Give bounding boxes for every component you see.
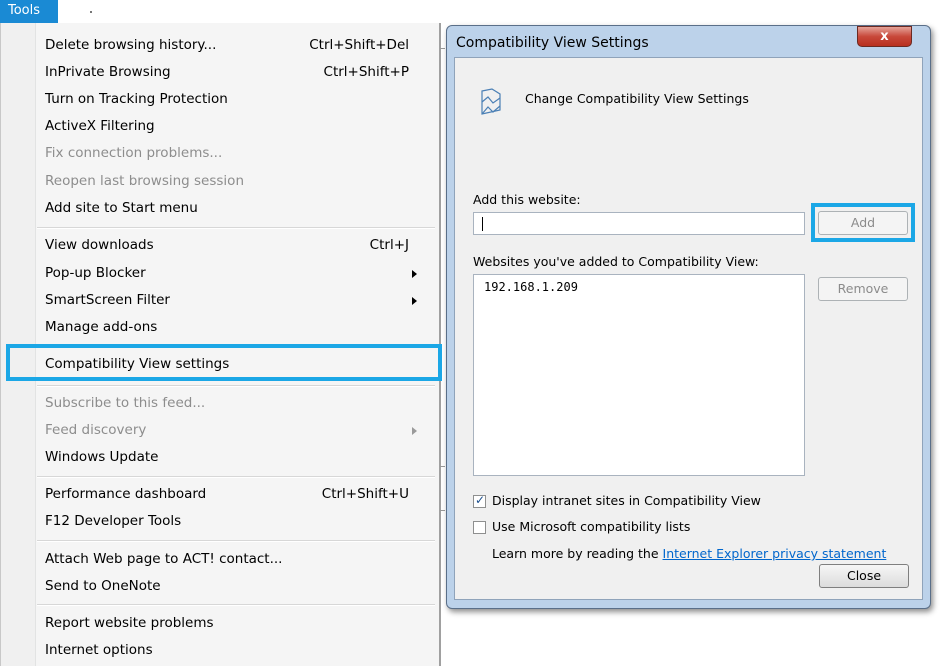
menu-item-delete-browsing-history[interactable]: Delete browsing history... Ctrl+Shift+Del (45, 33, 413, 57)
menu-item-windows-update[interactable]: Windows Update (45, 445, 413, 469)
menu-item-shortcut: Ctrl+Shift+Del (309, 37, 409, 53)
menu-item-label: Fix connection problems... (45, 145, 223, 161)
menu-item-feed-discovery: Feed discovery (45, 418, 417, 442)
submenu-arrow-icon (412, 297, 417, 305)
submenu-arrow-icon (412, 427, 417, 435)
tools-menu-tab[interactable]: Tools (0, 0, 58, 23)
menu-item-label: Turn on Tracking Protection (45, 91, 228, 107)
dialog-header-text: Change Compatibility View Settings (525, 91, 749, 106)
remove-button[interactable]: Remove (818, 277, 908, 301)
menu-item-add-site-start-menu[interactable]: Add site to Start menu (45, 196, 413, 220)
menu-item-performance-dashboard[interactable]: Performance dashboard Ctrl+Shift+U (45, 482, 413, 506)
menu-separator (37, 385, 435, 387)
menu-item-label: InPrivate Browsing (45, 64, 171, 80)
menu-item-label: Pop-up Blocker (45, 265, 146, 281)
menu-item-label: Reopen last browsing session (45, 173, 244, 189)
intranet-sites-label: Display intranet sites in Compatibility … (492, 493, 761, 508)
intranet-sites-checkbox[interactable]: ✓ (473, 493, 486, 508)
menu-item-fix-connection-problems: Fix connection problems... (45, 141, 413, 165)
menu-item-label: Attach Web page to ACT! contact... (45, 551, 283, 567)
tools-menu-label: Tools (8, 3, 41, 18)
menu-item-label: ActiveX Filtering (45, 118, 155, 134)
learn-more-prefix: Learn more by reading the (492, 546, 663, 561)
list-item[interactable]: 192.168.1.209 (484, 280, 578, 294)
submenu-arrow-icon (412, 270, 417, 278)
menu-separator (37, 476, 435, 478)
menu-item-label: F12 Developer Tools (45, 513, 182, 529)
menu-separator (37, 227, 435, 229)
menu-separator (37, 540, 435, 542)
menu-item-send-to-onenote[interactable]: Send to OneNote (45, 574, 413, 598)
microsoft-lists-label: Use Microsoft compatibility lists (492, 519, 691, 534)
menu-item-shortcut: Ctrl+Shift+P (323, 64, 409, 80)
menu-item-label: Feed discovery (45, 422, 147, 438)
menu-item-label: Windows Update (45, 449, 159, 465)
add-website-label: Add this website: (473, 192, 581, 207)
menubar-dot (90, 11, 92, 13)
menu-item-f12-developer-tools[interactable]: F12 Developer Tools (45, 509, 413, 533)
menu-item-manage-addons[interactable]: Manage add-ons (45, 315, 413, 339)
menu-item-label: Internet options (45, 642, 153, 658)
learn-more-text: Learn more by reading the Internet Explo… (492, 546, 886, 561)
menu-item-label: View downloads (45, 237, 154, 253)
websites-list[interactable]: 192.168.1.209 (473, 274, 805, 476)
highlight-box-compatibility-view (6, 344, 442, 381)
menu-item-tracking-protection[interactable]: Turn on Tracking Protection (45, 87, 413, 111)
checkmark-icon: ✓ (475, 493, 486, 507)
menu-item-reopen-last-session: Reopen last browsing session (45, 169, 413, 193)
websites-list-label: Websites you've added to Compatibility V… (473, 254, 759, 269)
text-caret (482, 217, 483, 231)
menu-item-label: Send to OneNote (45, 578, 161, 594)
menu-item-shortcut: Ctrl+J (369, 237, 409, 253)
close-button[interactable]: Close (819, 564, 909, 588)
menu-separator (37, 604, 435, 606)
menu-item-subscribe-feed: Subscribe to this feed... (45, 391, 413, 415)
menu-item-label: SmartScreen Filter (45, 292, 170, 308)
menu-item-popup-blocker[interactable]: Pop-up Blocker (45, 261, 417, 285)
menu-item-report-website-problems[interactable]: Report website problems (45, 611, 413, 635)
dialog-title: Compatibility View Settings (456, 35, 649, 51)
menu-item-label: Performance dashboard (45, 486, 207, 502)
menu-item-label: Manage add-ons (45, 319, 158, 335)
menu-item-label: Report website problems (45, 615, 214, 631)
highlight-box-add-button (811, 203, 915, 242)
menu-item-internet-options[interactable]: Internet options (45, 638, 413, 662)
menu-item-label: Add site to Start menu (45, 200, 198, 216)
page-divider (440, 48, 445, 49)
microsoft-lists-checkbox[interactable] (473, 521, 486, 534)
menu-item-view-downloads[interactable]: View downloads Ctrl+J (45, 233, 413, 257)
page-divider (440, 466, 445, 467)
menu-item-inprivate-browsing[interactable]: InPrivate Browsing Ctrl+Shift+P (45, 60, 413, 84)
dialog-body: Change Compatibility View Settings Add t… (454, 57, 923, 600)
compatibility-view-icon (481, 88, 501, 115)
menu-item-activex-filtering[interactable]: ActiveX Filtering (45, 114, 413, 138)
privacy-statement-link[interactable]: Internet Explorer privacy statement (663, 546, 887, 561)
dialog-close-icon[interactable]: x (857, 26, 912, 47)
menu-item-shortcut: Ctrl+Shift+U (321, 486, 409, 502)
menu-item-smartscreen-filter[interactable]: SmartScreen Filter (45, 288, 417, 312)
page-divider (440, 510, 445, 511)
add-website-input[interactable] (473, 212, 805, 235)
compatibility-view-dialog: Compatibility View Settings x Change Com… (446, 25, 931, 609)
menu-item-attach-act-contact[interactable]: Attach Web page to ACT! contact... (45, 547, 413, 571)
menu-item-label: Delete browsing history... (45, 37, 217, 53)
menu-item-label: Subscribe to this feed... (45, 395, 206, 411)
